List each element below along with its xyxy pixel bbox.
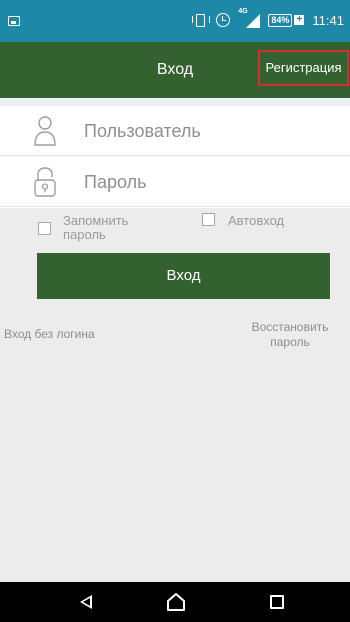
- user-icon: [34, 116, 56, 146]
- auto-login-checkbox[interactable]: [202, 213, 215, 226]
- register-button[interactable]: Регистрация: [258, 50, 349, 86]
- remember-label-line2: пароль: [63, 227, 106, 242]
- vibrate-icon: [192, 13, 211, 27]
- password-placeholder: Пароль: [84, 172, 147, 192]
- password-field[interactable]: Пароль: [0, 157, 350, 207]
- alarm-icon: [216, 13, 231, 27]
- remember-password-label[interactable]: Запомнить пароль: [63, 214, 128, 242]
- remember-password-checkbox[interactable]: [38, 222, 51, 235]
- battery-icon: 84% +: [268, 13, 305, 27]
- header-divider: [0, 98, 350, 106]
- remember-label-line1: Запомнить: [63, 213, 129, 228]
- navigation-bar: [0, 582, 350, 622]
- recent-apps-icon[interactable]: [270, 595, 284, 609]
- restore-line2: пароль: [270, 335, 310, 349]
- signal-icon: 4G: [238, 8, 261, 28]
- battery-percentage: 84%: [268, 13, 293, 27]
- lock-icon: [34, 167, 56, 197]
- restore-line1: Восстановить: [251, 320, 329, 334]
- login-button[interactable]: Вход: [37, 253, 330, 299]
- status-time: 11:41: [312, 12, 344, 28]
- charging-indicator: +: [294, 15, 305, 25]
- username-field[interactable]: Пользователь: [0, 106, 350, 156]
- guest-login-link[interactable]: Вход без логина: [4, 327, 95, 342]
- username-placeholder: Пользователь: [84, 121, 201, 141]
- status-bar: 4G 84% + 11:41: [0, 0, 350, 42]
- home-icon[interactable]: [166, 592, 186, 612]
- restore-password-link[interactable]: Восстановить пароль: [240, 320, 340, 350]
- image-notification-icon: [8, 16, 20, 26]
- back-icon[interactable]: [80, 595, 92, 609]
- app-header: Вход Регистрация: [0, 42, 350, 98]
- auto-login-label[interactable]: Автовход: [228, 214, 284, 228]
